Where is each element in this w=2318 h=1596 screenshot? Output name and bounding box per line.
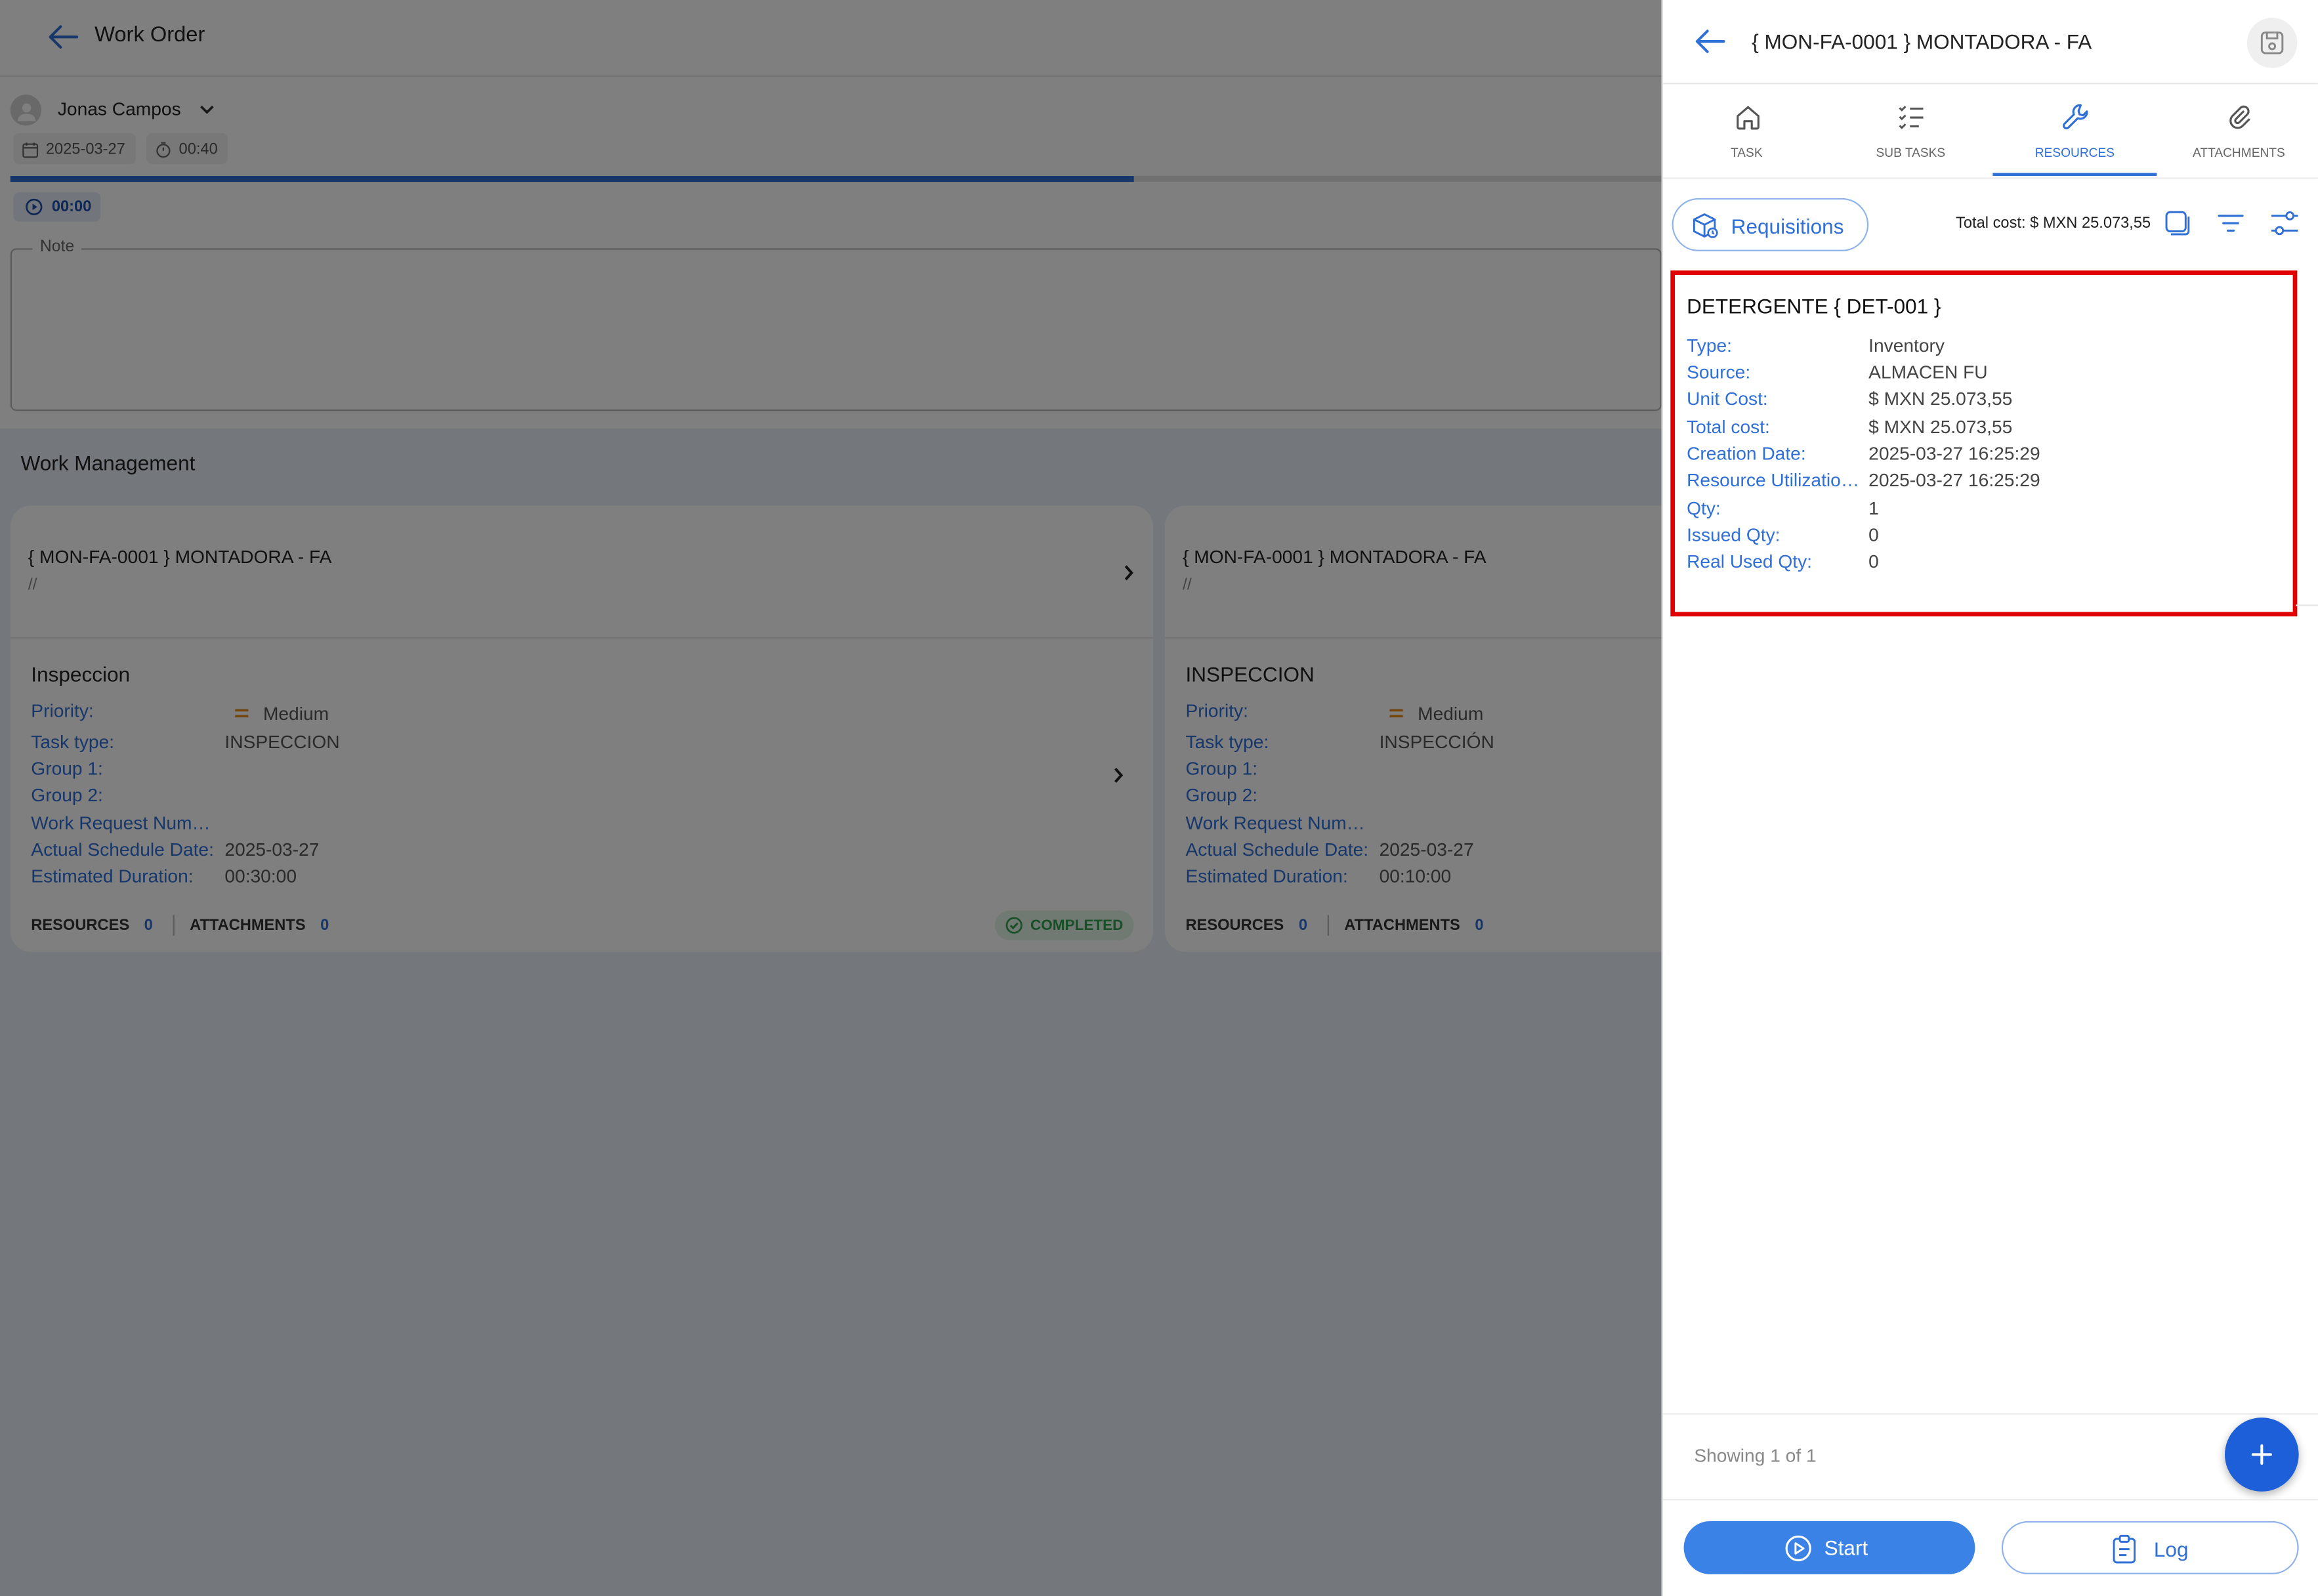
field-label: Real Used Qty: — [1687, 551, 1813, 572]
log-label: Log — [2153, 1537, 2189, 1561]
settings-sliders-icon[interactable] — [2267, 207, 2300, 240]
field-issued-qty: Issued Qty: 0 — [1687, 525, 2307, 549]
start-button[interactable]: Start — [1683, 1521, 1975, 1574]
field-value: 0 — [1868, 524, 1879, 546]
field-creation-date: Creation Date: 2025-03-27 16:25:29 — [1687, 444, 2307, 467]
field-value: ALMACEN FU — [1868, 362, 1988, 383]
field-value: Inventory — [1868, 335, 1945, 356]
log-button[interactable]: Log — [2001, 1521, 2299, 1574]
play-circle-icon — [1783, 1533, 1813, 1563]
field-type: Type: Inventory — [1687, 335, 2307, 359]
divider — [1663, 83, 2318, 85]
resource-name: DETERGENTE { DET-001 } — [1687, 294, 1941, 318]
tab-label: SUB TASKS — [1876, 144, 1946, 160]
filter-icon[interactable] — [2214, 209, 2247, 238]
field-real-used-qty: Real Used Qty: 0 — [1687, 551, 2307, 575]
package-icon — [1690, 211, 1719, 241]
tab-label: TASK — [1731, 144, 1763, 160]
requisitions-button[interactable]: Requisitions — [1672, 198, 1869, 251]
field-value: 2025-03-27 16:25:29 — [1868, 470, 2040, 491]
checklist-icon — [1895, 100, 1928, 133]
paperclip-icon — [2223, 100, 2256, 133]
save-icon[interactable] — [2246, 18, 2298, 68]
task-detail-panel: { MON-FA-0001 } MONTADORA - FA TASK SUB … — [1661, 0, 2318, 1596]
field-label: Qty: — [1687, 498, 1721, 519]
back-arrow-icon[interactable] — [1693, 25, 1728, 58]
field-value: $ MXN 25.073,55 — [1868, 417, 2013, 438]
wrench-icon — [2059, 100, 2092, 133]
tab-label: RESOURCES — [2034, 144, 2115, 160]
divider — [1663, 1499, 2318, 1501]
field-unit-cost: Unit Cost: $ MXN 25.073,55 — [1687, 388, 2307, 412]
tab-attachments[interactable]: ATTACHMENTS — [2157, 94, 2318, 177]
field-label: Unit Cost: — [1687, 388, 1768, 410]
field-value: 2025-03-27 16:25:29 — [1868, 443, 2040, 465]
field-value: 1 — [1868, 498, 1879, 519]
modal-backdrop[interactable] — [0, 0, 1662, 1596]
resource-card[interactable]: DETERGENTE { DET-001 } Type: Inventory S… — [1670, 270, 2298, 617]
divider — [2296, 604, 2318, 606]
tab-label: ATTACHMENTS — [2193, 144, 2285, 160]
field-source: Source: ALMACEN FU — [1687, 362, 2307, 386]
tab-resources[interactable]: RESOURCES — [1992, 94, 2157, 177]
work-order-page: Work Order Jonas Campos 2025-03-27 00:40 — [0, 0, 1662, 1596]
clipboard-icon — [2109, 1533, 2139, 1566]
field-label: Creation Date: — [1687, 443, 1806, 465]
field-label: Source: — [1687, 362, 1751, 383]
tab-task[interactable]: TASK — [1664, 94, 1828, 177]
field-label: Resource Utilization Date: — [1687, 470, 1861, 491]
select-all-icon[interactable] — [2162, 209, 2192, 238]
start-label: Start — [1824, 1536, 1868, 1560]
tab-sub-tasks[interactable]: SUB TASKS — [1828, 94, 1992, 177]
plus-icon — [2251, 1444, 2272, 1465]
pagination-text: Showing 1 of 1 — [1694, 1445, 1817, 1467]
field-total-cost: Total cost: $ MXN 25.073,55 — [1687, 417, 2307, 440]
active-tab-indicator — [1992, 173, 2157, 177]
field-value: $ MXN 25.073,55 — [1868, 388, 2013, 410]
divider — [1663, 1413, 2318, 1415]
requisitions-label: Requisitions — [1731, 214, 1844, 238]
field-qty: Qty: 1 — [1687, 498, 2307, 522]
field-resource-utilization-date: Resource Utilization Date: 2025-03-27 16… — [1687, 470, 2307, 494]
field-label: Type: — [1687, 335, 1732, 356]
divider — [1663, 177, 2318, 179]
field-label: Issued Qty: — [1687, 524, 1781, 546]
panel-title: { MON-FA-0001 } MONTADORA - FA — [1752, 30, 2092, 54]
field-value: 0 — [1868, 551, 1879, 572]
add-button[interactable] — [2225, 1418, 2299, 1492]
field-label: Total cost: — [1687, 417, 1770, 438]
total-cost: Total cost: $ MXN 25.073,55 — [1956, 214, 2151, 232]
home-icon — [1731, 100, 1764, 133]
